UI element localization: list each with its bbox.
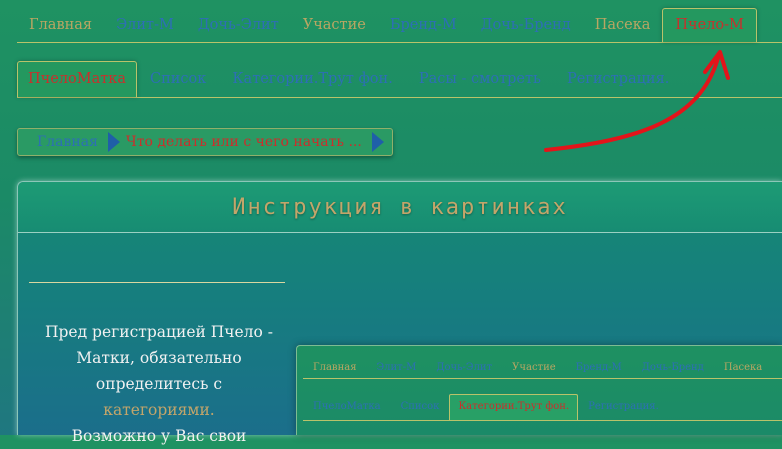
preview-sub-item-active: Категории.Трут фон. <box>449 394 579 420</box>
panel-description: Пред регистрацией Пчело - Матки, обязате… <box>24 319 294 449</box>
preview-nav-item: Главная <box>313 362 357 373</box>
divider <box>29 282 285 283</box>
description-line: Матки, обязательно <box>76 349 242 367</box>
screenshot-preview: Главная Элит-М Дочь-Элит Участие Бренд-М… <box>296 345 782 435</box>
description-line: Возможно у Вас свои <box>71 427 247 445</box>
preview-nav-item: Элит-М <box>376 362 417 373</box>
preview-sub-item: Регистрация. <box>588 401 659 412</box>
description-line-highlight: категориями. <box>103 401 215 419</box>
preview-sub-item: ПчелоМатка <box>313 401 381 412</box>
preview-nav-item: Участие <box>512 362 556 373</box>
description-line: Пред регистрацией Пчело - <box>44 323 274 341</box>
preview-nav-item: Пасека <box>723 362 763 373</box>
preview-nav-item: Дочь-Элит <box>436 362 493 373</box>
preview-nav-item: Дочь-Бренд <box>641 362 704 373</box>
panel-title: Инструкция в картинках <box>18 182 782 233</box>
description-line: определитесь с <box>95 375 223 393</box>
preview-top-nav: Главная Элит-М Дочь-Элит Участие Бренд-М… <box>303 358 782 379</box>
preview-nav-item: Бренд-М <box>575 362 622 373</box>
preview-sub-item: Список <box>400 401 440 412</box>
preview-sub-nav: ПчелоМатка Список Категории.Трут фон. Ре… <box>303 394 782 421</box>
instructions-panel: Инструкция в картинках Пред регистрацией… <box>17 181 782 445</box>
